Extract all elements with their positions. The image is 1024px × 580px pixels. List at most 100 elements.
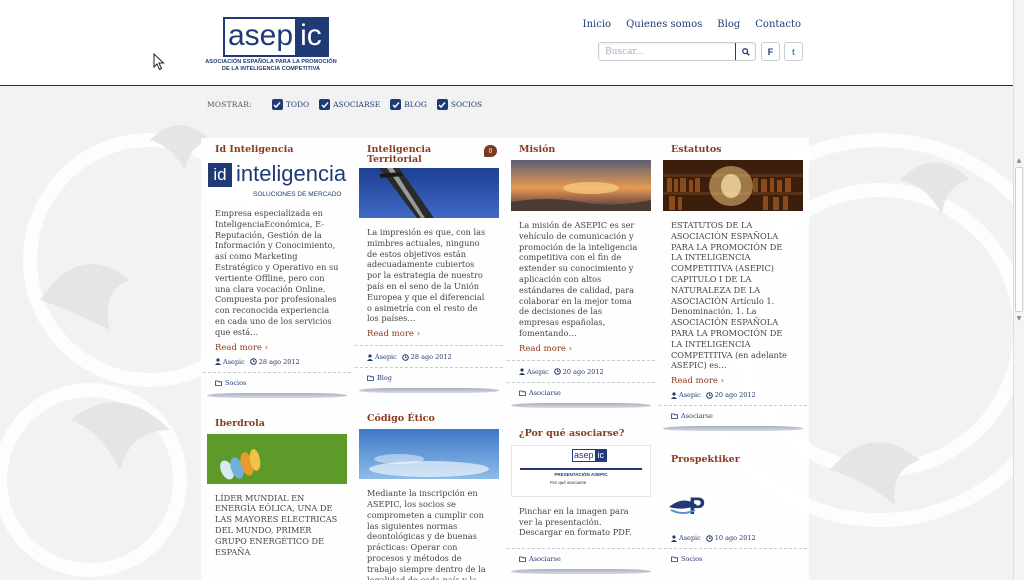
category-label: Asociarse [529, 388, 561, 397]
checkbox-checked-icon[interactable] [436, 99, 448, 110]
mision-sunset-image[interactable] [511, 160, 651, 211]
logo-wordmark: asep ic [223, 17, 329, 57]
mini-logo-ic: ic [594, 448, 608, 462]
card-mision: Misión La misión de ASEPIC es ser vehícu… [507, 138, 655, 408]
filter-socios[interactable]: SOCIOS [436, 99, 483, 110]
search-button[interactable] [735, 43, 755, 60]
card-title[interactable]: Misión [507, 138, 655, 155]
estatutos-library-image[interactable] [663, 160, 803, 211]
card-category[interactable]: Asociarse [507, 381, 655, 403]
date-text: 28 ago 2012 [258, 357, 300, 366]
author[interactable]: Asepic [215, 358, 245, 366]
nav-blog[interactable]: Blog [717, 19, 740, 30]
card-meta: Asepic 28 ago 2012 [355, 345, 503, 367]
search-box [598, 42, 756, 61]
card-category[interactable]: Blog [355, 367, 503, 388]
card-excerpt: Empresa especializada en InteligenciaEco… [215, 208, 339, 337]
nav-quienes-somos[interactable]: Quienes somos [626, 19, 702, 30]
card-meta: Asepic 10 ago 2012 [659, 527, 807, 548]
date: 28 ago 2012 [249, 357, 300, 366]
read-more-link[interactable]: Read more › [659, 371, 807, 386]
presentation-subcaption: Por qué asociarse [550, 479, 587, 485]
card-shadow [207, 392, 347, 398]
clock-icon [249, 358, 257, 365]
scroll-thumb[interactable] [1015, 167, 1023, 312]
category-label: Socios [225, 378, 247, 387]
nav-contacto[interactable]: Contacto [755, 19, 801, 30]
author[interactable]: Asepic [671, 391, 701, 399]
vertical-scrollbar[interactable]: ▲ ▼ [1013, 0, 1024, 580]
presentacion-asepic-image[interactable]: asep ic PRESENTACIÓN ASEPIC Por qué asoci… [511, 444, 651, 497]
clock-icon [553, 368, 561, 376]
category-label: Blog [377, 374, 392, 383]
card-excerpt: Mediante la inscripción en ASEPIC, los s… [367, 488, 486, 580]
author[interactable]: Asepic [671, 534, 701, 542]
author-name: Asepic [679, 391, 701, 400]
card-category[interactable]: Socios [203, 371, 351, 393]
filter-todo[interactable]: TODO [271, 99, 310, 110]
site-header: asep ic ASOCIACIÓN ESPAÑOLA PARA LA PROMO… [0, 0, 1024, 86]
user-icon [671, 535, 677, 542]
user-icon [367, 354, 373, 361]
checkbox-checked-icon[interactable] [319, 99, 331, 110]
svg-text:P: P [689, 493, 705, 520]
card-codigo-etico: Código Ético Mediante la inscripción en … [355, 407, 503, 580]
folder-icon [519, 390, 526, 396]
folder-icon [671, 413, 678, 420]
read-more-link[interactable]: Read more › [355, 324, 503, 339]
card-title[interactable]: Código Ético [355, 407, 503, 424]
author[interactable]: Asepic [367, 353, 397, 361]
twitter-button[interactable]: t [784, 42, 803, 61]
card-category[interactable]: Socios [659, 548, 807, 569]
filter-blog[interactable]: BLOG [390, 99, 427, 110]
logo-text-ic: ic [295, 17, 329, 57]
card-category[interactable]: Asociarse [507, 548, 655, 569]
card-title[interactable]: Prospektiker [659, 445, 807, 465]
filter-asociarse[interactable]: ASOCIARSE [319, 99, 380, 110]
scroll-down-arrow-icon[interactable]: ▼ [1014, 313, 1024, 323]
author[interactable]: Asepic [519, 368, 549, 376]
card-title[interactable]: Inteligencia Territorial [355, 138, 503, 165]
logo-id-box: id [208, 163, 232, 187]
prospektiker-logo-image[interactable]: P [663, 483, 803, 523]
codigo-etico-image[interactable] [359, 429, 499, 480]
asepic-logo[interactable]: asep ic ASOCIACIÓN ESPAÑOLA PARA LA PROMO… [205, 17, 337, 75]
facebook-button[interactable]: F [761, 42, 780, 61]
card-por-que-asociarse: ¿Por qué asociarse? asep ic PRESENTACIÓN … [507, 422, 655, 575]
column-3: Misión La misión de ASEPIC es ser vehícu… [507, 138, 655, 580]
scroll-up-arrow-icon[interactable]: ▲ [1014, 155, 1024, 165]
folder-icon [519, 556, 526, 563]
author-name: Asepic [527, 367, 549, 376]
logo-id-text: inteligencia [236, 161, 347, 186]
comments-count-badge[interactable]: 0 [484, 145, 497, 157]
checkbox-checked-icon[interactable] [271, 99, 283, 110]
date: 10 ago 2012 [705, 534, 756, 542]
date-text: 28 ago 2012 [410, 353, 452, 362]
logo-subtitle: ASOCIACIÓN ESPAÑOLA PARA LA PROMOCIÓN DE… [205, 59, 337, 72]
folder-icon [671, 556, 678, 563]
column-2: Inteligencia Territorial 0 La impresión … [355, 138, 503, 580]
card-title[interactable]: Id Inteligencia [203, 138, 351, 155]
id-inteligencia-logo-image[interactable]: id inteligencia SOLUCIONES DE MERCADO [207, 160, 347, 204]
card-category[interactable]: Asociarse [659, 405, 807, 426]
iberdrola-image[interactable] [207, 433, 347, 484]
top-navigation: Inicio Quienes somos Blog Contacto [583, 19, 801, 30]
nav-inicio[interactable]: Inicio [583, 19, 611, 30]
read-more-link[interactable]: Read more › [507, 339, 655, 354]
clock-icon [401, 353, 409, 361]
clock-icon [705, 391, 713, 399]
filter-socios-label: SOCIOS [450, 100, 483, 109]
card-title[interactable]: Estatutos [659, 138, 807, 155]
user-icon [671, 392, 677, 399]
card-title[interactable]: Iberdrola [203, 412, 351, 429]
filter-todo-label: TODO [285, 100, 310, 109]
card-iberdrola: Iberdrola LÍDER MUNDIAL EN ENERGÍA EÓLIC… [203, 412, 351, 558]
mini-logo-asep: asep [572, 448, 595, 462]
inteligencia-territorial-image[interactable] [359, 168, 499, 218]
card-title[interactable]: ¿Por qué asociarse? [507, 422, 655, 439]
mini-asepic-logo: asep ic [572, 448, 608, 462]
checkbox-checked-icon[interactable] [390, 99, 402, 110]
clock-icon [705, 534, 713, 542]
read-more-link[interactable]: Read more › [203, 338, 351, 353]
search-input[interactable] [599, 43, 735, 60]
